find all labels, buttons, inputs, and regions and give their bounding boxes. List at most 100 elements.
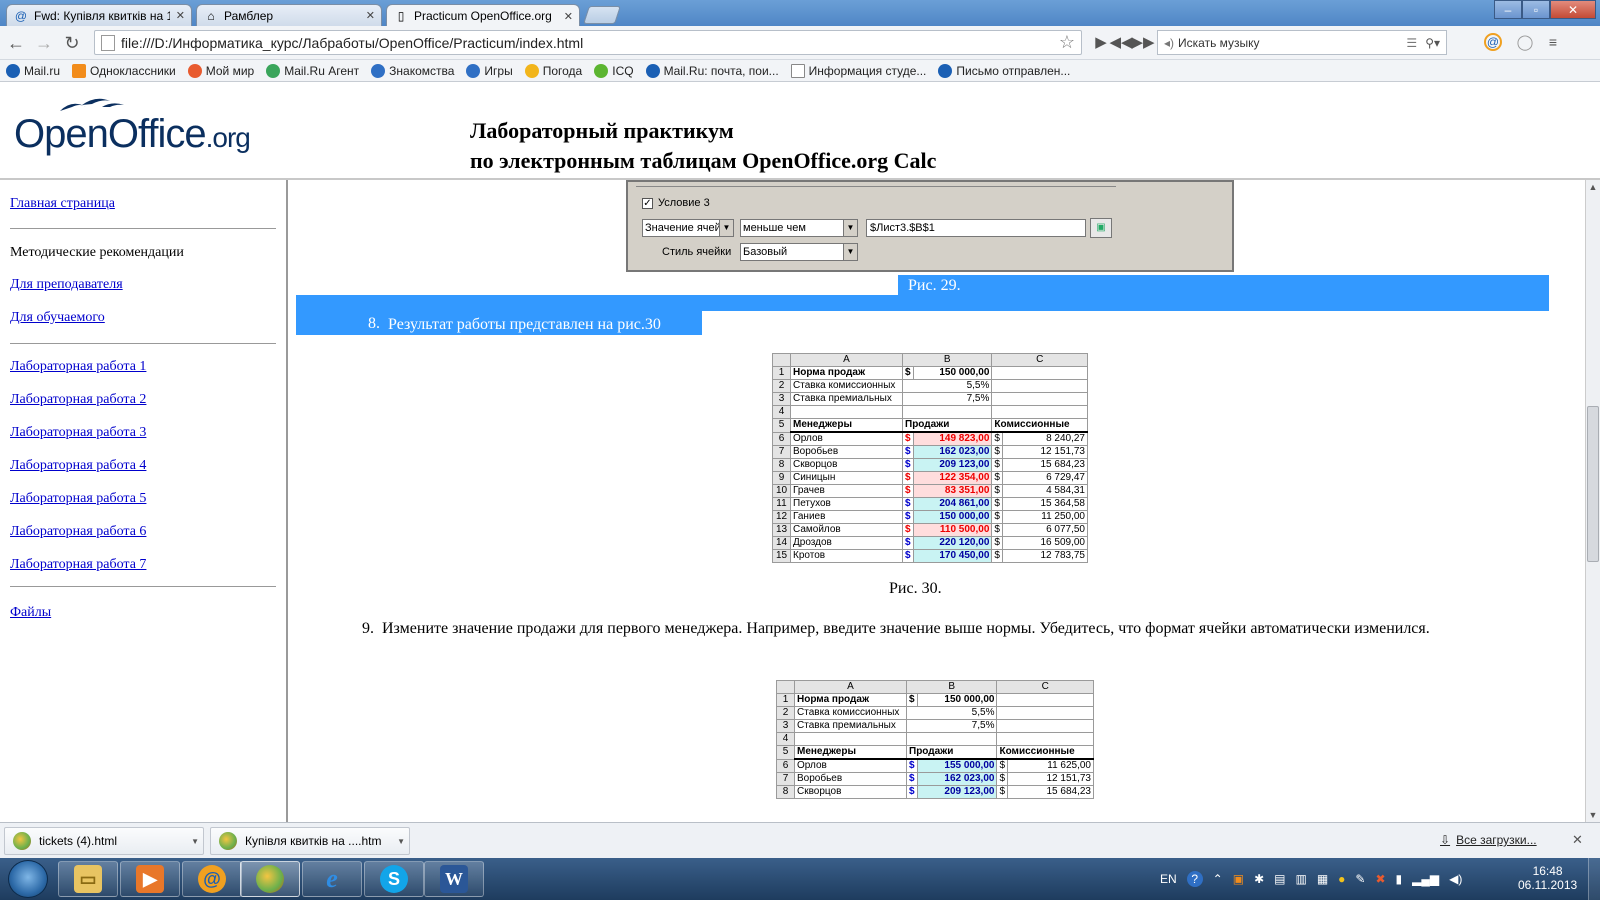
commission-cell: 15 684,23 [1001,458,1089,472]
all-downloads-link[interactable]: ⇩ Все загрузки... [1440,833,1537,847]
spreadsheet-image-fig30: A B C 1 Норма продаж $150 000,00 2 Ставка к… [772,353,1089,563]
currency-cell: $ [902,536,914,550]
tray-app-icon[interactable]: ✖ [1375,872,1385,886]
currency-cell: $ [902,523,914,537]
sidebar-link-lab-7[interactable]: Лабораторная работа 7 [10,557,146,573]
maximize-button[interactable]: ▫ [1522,0,1550,19]
scroll-up-icon[interactable]: ▲ [1586,180,1600,194]
close-icon[interactable]: ✕ [176,9,185,22]
scrollbar-thumb[interactable] [1587,406,1599,562]
commission-cell: 15 684,23 [1007,785,1094,799]
bookmark-star-icon[interactable]: ☆ [1059,32,1075,53]
bookmark-icq[interactable]: ICQ [594,63,634,78]
table-header-row: A B C [772,353,1088,367]
bookmark-mailru-agent[interactable]: Mail.Ru Агент [266,63,359,78]
media-player-icon: ▶ [136,865,164,893]
bookmark-igry[interactable]: Игры [466,63,513,78]
logo-text: OpenOffice [14,112,207,156]
sidebar-link-home[interactable]: Главная страница [10,196,115,212]
help-icon[interactable]: ? [1186,871,1203,887]
bookmark-label: Погода [542,63,583,78]
sheet-body: 6 Орлов $149 823,00 $8 240,27 7 Воробьев $162 … [772,431,1089,563]
bookmark-mailru-pochta[interactable]: Mail.Ru: почта, пои... [645,63,779,78]
tray-app-icon[interactable]: ▥ [1295,872,1306,886]
commission-cell: 6 729,47 [1001,471,1089,485]
forward-button[interactable]: → [32,31,56,55]
battery-icon[interactable]: ▮ [1396,872,1403,886]
tab-rambler[interactable]: ⌂ Рамблер ✕ [196,4,382,26]
sidebar-link-lab-3[interactable]: Лабораторная работа 3 [10,425,146,441]
volume-icon[interactable]: ◀) [1449,872,1462,886]
music-search-placeholder: Искать музыку [1178,35,1260,50]
close-icon[interactable]: ✕ [1572,832,1583,848]
sidebar-link-student[interactable]: Для обучаемого [10,310,105,326]
download-item[interactable]: tickets (4).html ▼ [4,827,204,855]
tray-app-icon[interactable]: ● [1338,872,1345,886]
mail-agent-icon[interactable]: @ [1484,33,1502,51]
sidebar-link-files[interactable]: Файлы [10,605,51,621]
bookmark-label: Одноклассники [90,63,176,78]
rewind-icon[interactable]: ◀◀ [1109,33,1132,51]
chevron-down-icon[interactable]: ▼ [397,837,405,846]
back-button[interactable]: ← [4,31,28,55]
sidebar-link-teacher[interactable]: Для преподавателя [10,277,123,293]
taskbar-skype[interactable]: S [364,861,424,897]
sidebar-link-lab-6[interactable]: Лабораторная работа 6 [10,524,146,540]
taskbar-explorer[interactable]: ▭ [58,861,118,897]
taskbar-internet-explorer[interactable]: e [302,861,362,897]
play-icon[interactable]: ▶ [1092,33,1110,51]
taskbar-mail-agent[interactable]: @ [182,861,242,897]
chevron-down-icon[interactable]: ▼ [191,837,199,846]
cell: $ [902,366,914,380]
all-downloads-label: Все загрузки... [1456,833,1537,847]
bookmark-pismo[interactable]: Письмо отправлен... [938,63,1070,78]
bookmark-znakomstva[interactable]: Знакомства [371,63,454,78]
minimize-button[interactable]: – [1494,0,1522,19]
tab-fwd-mail[interactable]: @ Fwd: Купівля квитків на 1 ✕ [6,4,192,26]
sidebar-link-lab-1[interactable]: Лабораторная работа 1 [10,359,146,375]
bookmark-mailru[interactable]: Mail.ru [6,63,60,78]
status-circle-icon[interactable]: ◯ [1516,33,1534,51]
close-icon[interactable]: ✕ [564,10,573,23]
condition-checkbox: ✓ [642,198,653,209]
close-icon[interactable]: ✕ [366,9,375,22]
tray-app-icon[interactable]: ▣ [1233,872,1244,886]
close-window-button[interactable]: ✕ [1550,0,1596,19]
bluetooth-icon[interactable]: ✱ [1254,872,1264,886]
reload-button[interactable]: ↻ [60,31,84,55]
bookmark-moy-mir[interactable]: Мой мир [187,63,254,78]
tray-app-icon[interactable]: ✎ [1355,872,1365,886]
scroll-down-icon[interactable]: ▼ [1586,808,1600,822]
bookmark-info-student[interactable]: Информация студе... [790,63,926,78]
taskbar-media-player[interactable]: ▶ [120,861,180,897]
download-item[interactable]: Купівля квитків на ....htm ▼ [210,827,410,855]
bookmark-odnoklassniki[interactable]: Одноклассники [72,63,176,78]
fast-forward-icon[interactable]: ▶▶ [1131,33,1154,51]
currency-cell: $ [996,758,1009,773]
openoffice-logo[interactable]: OpenOffice.org [14,112,251,157]
new-tab-button[interactable] [583,6,621,24]
taskbar-browser[interactable] [240,861,300,897]
search-icon[interactable]: ⚲▾ [1425,36,1440,50]
wrench-icon[interactable]: ≡ [1544,33,1562,51]
tray-app-icon[interactable]: ▤ [1274,872,1285,886]
tab-practicum[interactable]: ▯ Practicum OpenOffice.org ✕ [386,4,580,27]
taskbar-word[interactable]: W [424,861,484,897]
show-desktop-button[interactable] [1588,858,1600,900]
sidebar-link-lab-5[interactable]: Лабораторная работа 5 [10,491,146,507]
bookmark-pogoda[interactable]: Погода [524,63,583,78]
address-bar[interactable]: file:///D:/Информатика_курс/Лабработы/Op… [94,30,1082,55]
music-search-input[interactable]: ◂) Искать музыку ☰ ⚲▾ [1157,30,1447,55]
table-row: 2 Ставка комиссионных 5,5% [772,379,1088,393]
menu-icon[interactable]: ☰ [1406,36,1417,50]
language-indicator[interactable]: EN [1160,872,1177,886]
sidebar-link-lab-4[interactable]: Лабораторная работа 4 [10,458,146,474]
network-icon[interactable]: ▂▄▆ [1412,872,1439,886]
tray-arrow-icon[interactable]: ⌃ [1213,872,1223,886]
tray-app-icon[interactable]: ▦ [1317,872,1328,886]
sidebar-link-lab-2[interactable]: Лабораторная работа 2 [10,392,146,408]
start-button[interactable] [8,860,48,898]
clock[interactable]: 16:48 06.11.2013 [1518,864,1577,892]
currency-cell: $ [991,484,1003,498]
vertical-scrollbar[interactable]: ▲ ▼ [1585,180,1600,822]
